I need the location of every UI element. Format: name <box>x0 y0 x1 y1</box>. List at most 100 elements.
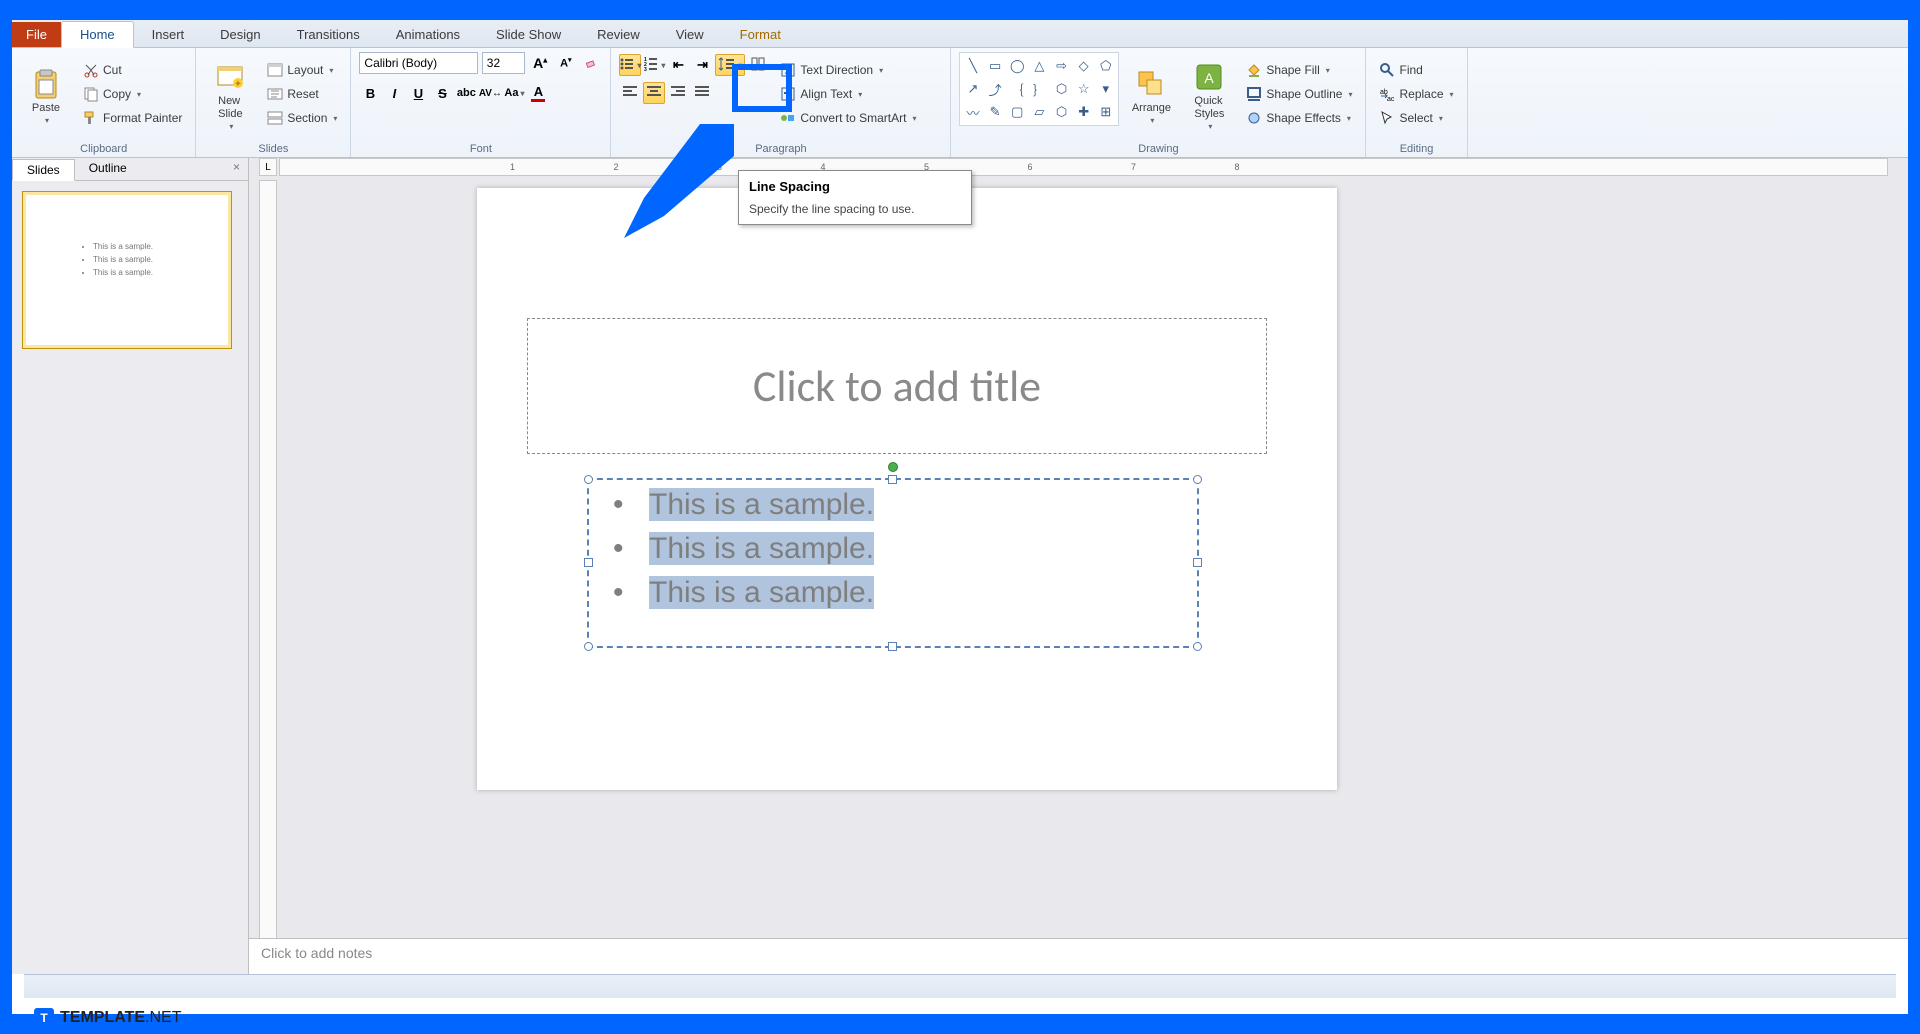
numbering-button[interactable]: 123▾ <box>643 54 665 76</box>
slide-edit-area[interactable]: L 1 2 3 4 5 6 7 8 Click to add title Thi… <box>249 158 1908 974</box>
paste-button[interactable]: Paste ▾ <box>20 52 72 136</box>
bullets-button[interactable]: ▾ <box>619 54 641 76</box>
replace-button[interactable]: abacReplace▾ <box>1374 83 1458 105</box>
align-text-button[interactable]: Align Text▾ <box>775 83 921 105</box>
tab-format[interactable]: Format <box>722 22 799 47</box>
tab-animations[interactable]: Animations <box>378 22 478 47</box>
cut-button[interactable]: Cut <box>78 59 187 81</box>
bullet-item[interactable]: This is a sample. <box>649 576 1167 610</box>
resize-handle-e[interactable] <box>1193 558 1202 567</box>
text-direction-button[interactable]: AText Direction▾ <box>775 59 921 81</box>
quick-styles-button[interactable]: A Quick Styles▾ <box>1183 52 1235 136</box>
layout-button[interactable]: Layout▾ <box>262 59 342 81</box>
reset-label: Reset <box>287 87 318 101</box>
find-button[interactable]: Find <box>1374 59 1458 81</box>
section-button[interactable]: Section▾ <box>262 107 342 129</box>
tab-slideshow[interactable]: Slide Show <box>478 22 579 47</box>
resize-handle-w[interactable] <box>584 558 593 567</box>
shadow-button[interactable]: abc <box>455 82 477 104</box>
close-pane-button[interactable]: × <box>225 158 248 180</box>
drawing-group-label: Drawing <box>959 141 1357 155</box>
watermark-brand: TEMPLATE <box>60 1009 145 1026</box>
paste-dropdown-icon: ▾ <box>45 116 49 125</box>
bullet-item[interactable]: This is a sample. <box>649 488 1167 522</box>
shape-outline-button[interactable]: Shape Outline▾ <box>1241 83 1357 105</box>
shrink-font-button[interactable]: A▾ <box>555 52 577 74</box>
tab-file[interactable]: File <box>12 22 61 47</box>
bullets-icon <box>619 56 635 75</box>
content-placeholder[interactable]: This is a sample. This is a sample. This… <box>587 478 1199 648</box>
copy-button[interactable]: Copy ▾ <box>78 83 187 105</box>
group-clipboard: Paste ▾ Cut Copy ▾ Format Pain <box>12 48 196 157</box>
bullet-item[interactable]: This is a sample. <box>649 532 1167 566</box>
resize-handle-s[interactable] <box>888 642 897 651</box>
underline-button[interactable]: U <box>407 82 429 104</box>
slide-canvas[interactable]: Click to add title This is a sample. Thi… <box>477 188 1337 790</box>
clear-formatting-button[interactable] <box>581 52 603 74</box>
tab-design[interactable]: Design <box>202 22 278 47</box>
ruler-corner: L <box>259 158 277 176</box>
font-color-button[interactable]: A <box>527 82 549 104</box>
left-pane: Slides Outline × This is a sample. This … <box>12 158 249 974</box>
new-slide-label: New Slide <box>218 95 242 119</box>
justify-button[interactable] <box>691 82 713 104</box>
svg-text:3: 3 <box>644 67 647 72</box>
arrange-icon <box>1135 68 1167 100</box>
left-tab-slides[interactable]: Slides <box>12 159 75 181</box>
align-left-button[interactable] <box>619 82 641 104</box>
font-size-input[interactable] <box>487 56 521 70</box>
reset-button[interactable]: Reset <box>262 83 342 105</box>
font-size-combo[interactable] <box>482 52 526 74</box>
tab-insert[interactable]: Insert <box>134 22 203 47</box>
resize-handle-ne[interactable] <box>1193 475 1202 484</box>
align-right-button[interactable] <box>667 82 689 104</box>
resize-handle-sw[interactable] <box>584 642 593 651</box>
new-slide-button[interactable]: ✦ New Slide ▾ <box>204 52 256 136</box>
shape-roundrect-icon: ▢ <box>1007 101 1028 123</box>
thumb-bullet: This is a sample. <box>93 242 219 251</box>
slide-thumbnail-1[interactable]: This is a sample. This is a sample. This… <box>22 191 232 349</box>
copy-icon <box>83 86 99 102</box>
change-case-button[interactable]: Aa▾ <box>503 82 525 104</box>
decrease-indent-button[interactable]: ⇤ <box>667 54 689 76</box>
shape-banner-icon: ⬡ <box>1051 78 1072 100</box>
strike-button[interactable]: S <box>431 82 453 104</box>
tab-home[interactable]: Home <box>61 21 134 48</box>
tab-transitions[interactable]: Transitions <box>279 22 378 47</box>
font-family-combo[interactable] <box>359 52 477 74</box>
shape-rect-icon: ▭ <box>985 55 1006 77</box>
char-spacing-button[interactable]: AV↔ <box>479 82 501 104</box>
font-family-input[interactable] <box>364 56 472 70</box>
title-placeholder[interactable]: Click to add title <box>527 318 1267 454</box>
left-tab-outline[interactable]: Outline <box>75 158 141 180</box>
grow-font-button[interactable]: A▴ <box>529 52 551 74</box>
align-center-button[interactable] <box>643 82 665 104</box>
line-spacing-button[interactable]: ▾ <box>715 54 745 76</box>
increase-indent-button[interactable]: ⇥ <box>691 54 713 76</box>
shape-effects-button[interactable]: Shape Effects▾ <box>1241 107 1357 129</box>
notes-pane[interactable]: Click to add notes <box>249 938 1908 974</box>
shape-outline-label: Shape Outline <box>1266 87 1342 101</box>
thumb-bullet: This is a sample. <box>93 268 219 277</box>
tab-view[interactable]: View <box>658 22 722 47</box>
resize-handle-se[interactable] <box>1193 642 1202 651</box>
arrange-button[interactable]: Arrange▾ <box>1125 52 1177 136</box>
shape-fill-label: Shape Fill <box>1266 63 1319 77</box>
shapes-gallery[interactable]: ╲▭◯△⇨◇⬠ ↗⤴｛｝⬡☆▾ 〰✎▢▱⬡✚⊞ <box>959 52 1119 126</box>
tab-review[interactable]: Review <box>579 22 658 47</box>
shape-fill-button[interactable]: Shape Fill▾ <box>1241 59 1357 81</box>
resize-handle-n[interactable] <box>888 475 897 484</box>
convert-smartart-button[interactable]: Convert to SmartArt▾ <box>775 107 921 129</box>
select-button[interactable]: Select▾ <box>1374 107 1458 129</box>
italic-button[interactable]: I <box>383 82 405 104</box>
resize-handle-nw[interactable] <box>584 475 593 484</box>
shape-triangle-icon: △ <box>1029 55 1050 77</box>
shape-diamond-icon: ◇ <box>1073 55 1094 77</box>
bold-button[interactable]: B <box>359 82 381 104</box>
svg-text:ab: ab <box>1380 89 1388 96</box>
find-icon <box>1379 62 1395 78</box>
paintbrush-icon <box>83 110 99 126</box>
columns-button[interactable] <box>747 54 769 76</box>
rotate-handle[interactable] <box>888 462 898 472</box>
format-painter-button[interactable]: Format Painter <box>78 107 187 129</box>
